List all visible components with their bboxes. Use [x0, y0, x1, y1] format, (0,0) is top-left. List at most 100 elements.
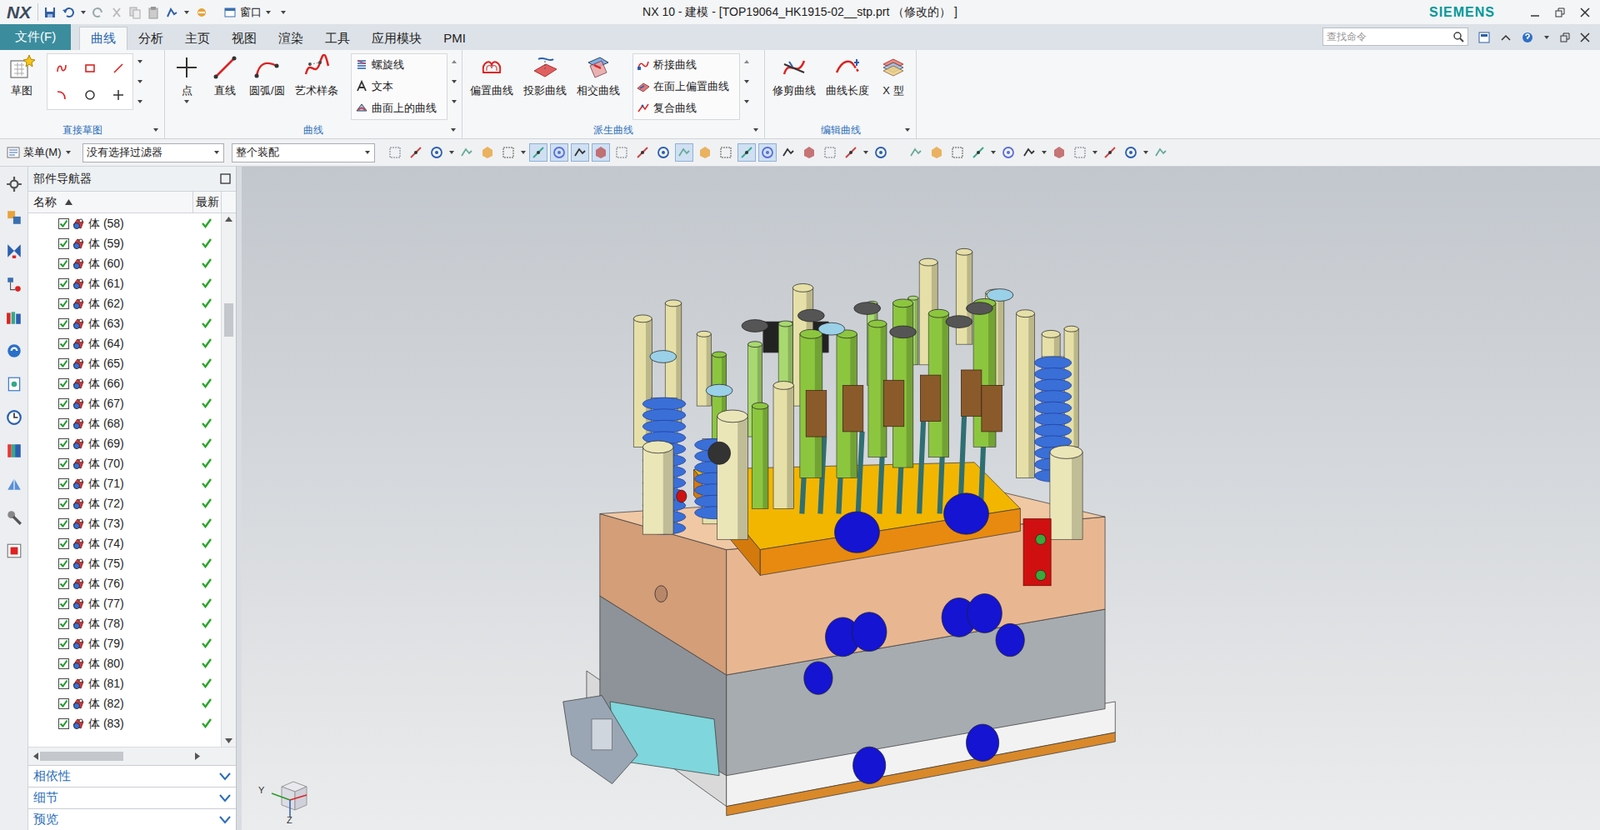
selection-tool-icon[interactable]: [550, 143, 569, 162]
vertical-scrollbar[interactable]: [220, 213, 236, 747]
visibility-checkbox[interactable]: [58, 638, 70, 650]
sketch-tool-icon[interactable]: [79, 57, 101, 80]
filter-dropdown[interactable]: 整个装配: [231, 143, 375, 163]
visibility-checkbox[interactable]: [58, 398, 70, 410]
ribbon-button[interactable]: 直线: [206, 53, 244, 99]
visibility-checkbox[interactable]: [58, 578, 70, 590]
resource-bar-icon[interactable]: [3, 306, 25, 329]
tree-row[interactable]: 体 (76): [28, 573, 221, 594]
visibility-checkbox[interactable]: [58, 458, 70, 470]
tree-row[interactable]: 体 (74): [28, 533, 221, 554]
selection-tool-icon[interactable]: [499, 143, 518, 162]
selection-tool-icon[interactable]: [406, 143, 425, 162]
visibility-checkbox[interactable]: [58, 318, 70, 330]
tree-row[interactable]: 体 (82): [28, 693, 221, 714]
scroll-thumb[interactable]: [224, 303, 234, 337]
tree-row[interactable]: 体 (72): [28, 493, 221, 514]
selection-tool-icon[interactable]: [1070, 143, 1090, 162]
resource-bar-icon[interactable]: [3, 440, 25, 462]
selection-tool-icon[interactable]: [1100, 143, 1120, 162]
column-latest[interactable]: 最新: [192, 191, 221, 213]
visibility-checkbox[interactable]: [58, 358, 70, 370]
selection-tool-icon[interactable]: [800, 143, 819, 162]
ribbon-small-button[interactable]: 桥接曲线: [636, 54, 736, 76]
tree-row[interactable]: 体 (77): [28, 593, 221, 614]
visibility-checkbox[interactable]: [58, 678, 70, 690]
tree-row[interactable]: 体 (61): [28, 273, 221, 294]
selection-tool-icon[interactable]: [1151, 143, 1170, 162]
tree-row[interactable]: 体 (67): [28, 393, 221, 414]
tree-row[interactable]: 体 (78): [28, 613, 221, 634]
ribbon-small-button[interactable]: 螺旋线: [355, 54, 444, 76]
tree-row[interactable]: 体 (65): [28, 353, 221, 374]
filter-dropdown[interactable]: 没有选择过滤器: [82, 143, 225, 163]
ribbon-button[interactable]: 艺术样条: [290, 53, 343, 99]
tree-row[interactable]: 体 (80): [28, 653, 221, 674]
restore-icon[interactable]: [1555, 7, 1565, 18]
tree-row[interactable]: 体 (73): [28, 513, 221, 534]
ribbon-button[interactable]: 投影曲线: [519, 53, 571, 99]
visibility-checkbox[interactable]: [58, 438, 70, 450]
ribbon-button[interactable]: 曲线长度: [821, 53, 874, 99]
visibility-checkbox[interactable]: [58, 718, 70, 730]
part-model[interactable]: [241, 166, 1600, 830]
visibility-checkbox[interactable]: [58, 518, 70, 530]
ribbon-tab[interactable]: 曲线: [79, 26, 128, 50]
selection-tool-icon[interactable]: [654, 143, 673, 162]
ribbon-tab[interactable]: 视图: [220, 26, 268, 50]
column-name[interactable]: 名称: [28, 191, 193, 213]
selection-tool-icon[interactable]: [529, 143, 548, 162]
horizontal-scrollbar[interactable]: [28, 746, 236, 765]
resource-bar-icon[interactable]: [3, 540, 25, 562]
ribbon-button[interactable]: 偏置曲线: [465, 53, 518, 99]
selection-tool-icon[interactable]: [633, 143, 652, 162]
visibility-checkbox[interactable]: [58, 238, 70, 250]
ribbon-tab[interactable]: 工具: [314, 26, 361, 50]
visibility-checkbox[interactable]: [58, 378, 70, 390]
selection-tool-icon[interactable]: [927, 143, 946, 162]
tree-row[interactable]: 体 (83): [28, 713, 221, 734]
selection-tool-icon[interactable]: [1121, 143, 1140, 162]
selection-tool-icon[interactable]: [716, 143, 735, 162]
navigator-section[interactable]: 相依性: [28, 765, 236, 787]
selection-tool-icon[interactable]: [820, 143, 840, 162]
selection-tool-icon[interactable]: [695, 143, 715, 162]
sketch-tool-icon[interactable]: [107, 57, 130, 80]
selection-tool-icon[interactable]: [385, 143, 405, 162]
visibility-checkbox[interactable]: [58, 558, 70, 570]
ribbon-tab[interactable]: 应用模块: [360, 26, 433, 50]
tree-row[interactable]: 体 (70): [28, 453, 221, 474]
ribbon-small-button[interactable]: 在面上偏置曲线: [636, 75, 736, 98]
resource-bar-icon[interactable]: [3, 373, 25, 395]
visibility-checkbox[interactable]: [58, 538, 70, 550]
maximize-icon[interactable]: [220, 173, 231, 185]
tree-row[interactable]: 体 (63): [28, 313, 221, 334]
selection-tool-icon[interactable]: [779, 143, 798, 162]
resource-bar-icon[interactable]: [3, 473, 25, 495]
ribbon-tab[interactable]: 主页: [174, 26, 221, 50]
selection-tool-icon[interactable]: [758, 143, 777, 162]
ribbon-small-button[interactable]: 复合曲线: [636, 97, 736, 120]
graphics-window[interactable]: YZ: [241, 166, 1600, 830]
tree-row[interactable]: 体 (64): [28, 333, 221, 354]
sketch-tool-icon[interactable]: [50, 84, 73, 106]
visibility-checkbox[interactable]: [58, 698, 70, 710]
search-input[interactable]: [1326, 29, 1453, 45]
visibility-checkbox[interactable]: [58, 218, 70, 230]
ribbon-button[interactable]: 修剪曲线: [768, 53, 820, 99]
visibility-checkbox[interactable]: [58, 338, 70, 350]
menu-button[interactable]: 菜单(M): [3, 142, 75, 163]
scroll-thumb[interactable]: [40, 751, 124, 761]
tree-row[interactable]: 体 (62): [28, 293, 221, 314]
selection-tool-icon[interactable]: [591, 143, 610, 162]
ribbon-small-button[interactable]: 曲面上的曲线: [355, 97, 444, 120]
sketch-tool-icon[interactable]: [50, 57, 73, 80]
visibility-checkbox[interactable]: [58, 498, 70, 510]
selection-tool-icon[interactable]: [570, 143, 590, 162]
close-icon[interactable]: [1580, 7, 1590, 18]
tree-row[interactable]: 体 (69): [28, 433, 221, 454]
visibility-checkbox[interactable]: [58, 418, 70, 430]
tree-row[interactable]: 体 (71): [28, 473, 221, 494]
selection-tool-icon[interactable]: [427, 143, 446, 162]
tree-row[interactable]: 体 (68): [28, 413, 221, 434]
